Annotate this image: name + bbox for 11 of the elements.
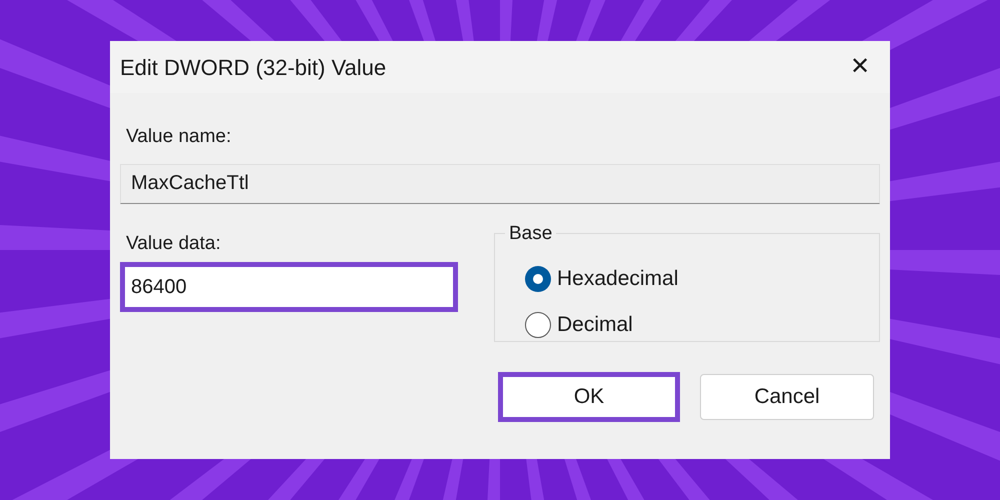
window-title: Edit DWORD (32-bit) Value [120, 54, 386, 82]
dialog-button[interactable]: OK [498, 372, 680, 422]
radio-option[interactable]: Hexadecimal [525, 256, 678, 302]
radio-option[interactable]: Decimal [525, 302, 633, 348]
value-data-label: Value data: [125, 232, 222, 256]
value-name-field[interactable]: MaxCacheTtl [120, 164, 880, 204]
close-button[interactable]: ✕ [850, 55, 870, 79]
value-data-field[interactable]: 86400 [120, 262, 458, 312]
value-name-label: Value name: [125, 125, 232, 149]
base-legend: Base [505, 220, 556, 248]
dialog-button[interactable]: Cancel [700, 374, 874, 420]
